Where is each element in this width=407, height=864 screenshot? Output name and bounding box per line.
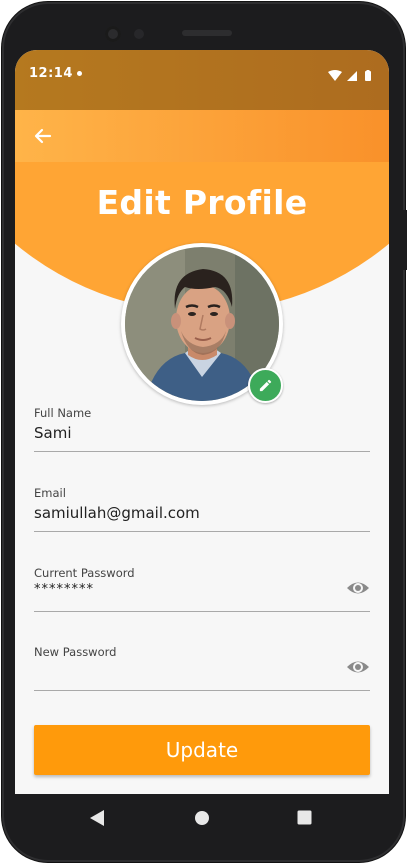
notification-dot-icon	[77, 71, 82, 76]
nav-recents-button[interactable]	[297, 810, 312, 829]
email-field[interactable]: Email samiullah@gmail.com	[34, 486, 370, 532]
full-name-field[interactable]: Full Name Sami	[34, 406, 370, 452]
current-password-underline	[34, 611, 370, 612]
wifi-icon	[328, 70, 342, 81]
back-button[interactable]	[31, 124, 55, 148]
eye-icon	[347, 661, 369, 673]
proximity-sensor	[134, 29, 144, 39]
new-password-label: New Password	[34, 645, 117, 659]
page-title: Edit Profile	[96, 183, 308, 222]
new-password-field[interactable]: New Password	[34, 645, 370, 691]
app-bar	[15, 110, 389, 162]
recents-square-icon	[297, 810, 312, 825]
edit-avatar-button[interactable]	[248, 368, 283, 403]
earpiece-speaker	[182, 30, 232, 36]
status-icons	[327, 67, 377, 81]
home-circle-icon	[195, 811, 209, 825]
new-password-visibility-toggle[interactable]	[346, 655, 370, 679]
current-password-input[interactable]: ********	[34, 582, 324, 597]
status-time: 12:14	[29, 66, 73, 81]
signal-icon	[347, 71, 357, 81]
full-name-label: Full Name	[34, 406, 92, 420]
system-nav-bar	[15, 794, 389, 844]
new-password-underline	[34, 690, 370, 691]
nav-back-button[interactable]	[89, 809, 105, 831]
status-bar: 12:14	[15, 50, 389, 110]
current-password-label: Current Password	[34, 566, 135, 580]
full-name-underline	[34, 451, 370, 452]
email-input[interactable]: samiullah@gmail.com	[34, 504, 324, 522]
current-password-field[interactable]: Current Password ********	[34, 566, 370, 612]
arrow-left-icon	[34, 128, 52, 144]
screen: 12:14 Edit Profile Full Name Sami Email …	[15, 50, 389, 794]
update-button[interactable]: Update	[34, 725, 370, 775]
eye-icon	[347, 582, 369, 594]
side-button	[403, 210, 407, 270]
full-name-input[interactable]: Sami	[34, 424, 324, 442]
email-underline	[34, 531, 370, 532]
email-label: Email	[34, 486, 66, 500]
pencil-icon	[259, 379, 272, 392]
current-password-visibility-toggle[interactable]	[346, 576, 370, 600]
battery-icon	[365, 71, 371, 81]
nav-home-button[interactable]	[194, 810, 210, 830]
front-camera	[105, 26, 121, 42]
status-icons-svg	[328, 70, 371, 81]
back-triangle-icon	[90, 810, 104, 826]
